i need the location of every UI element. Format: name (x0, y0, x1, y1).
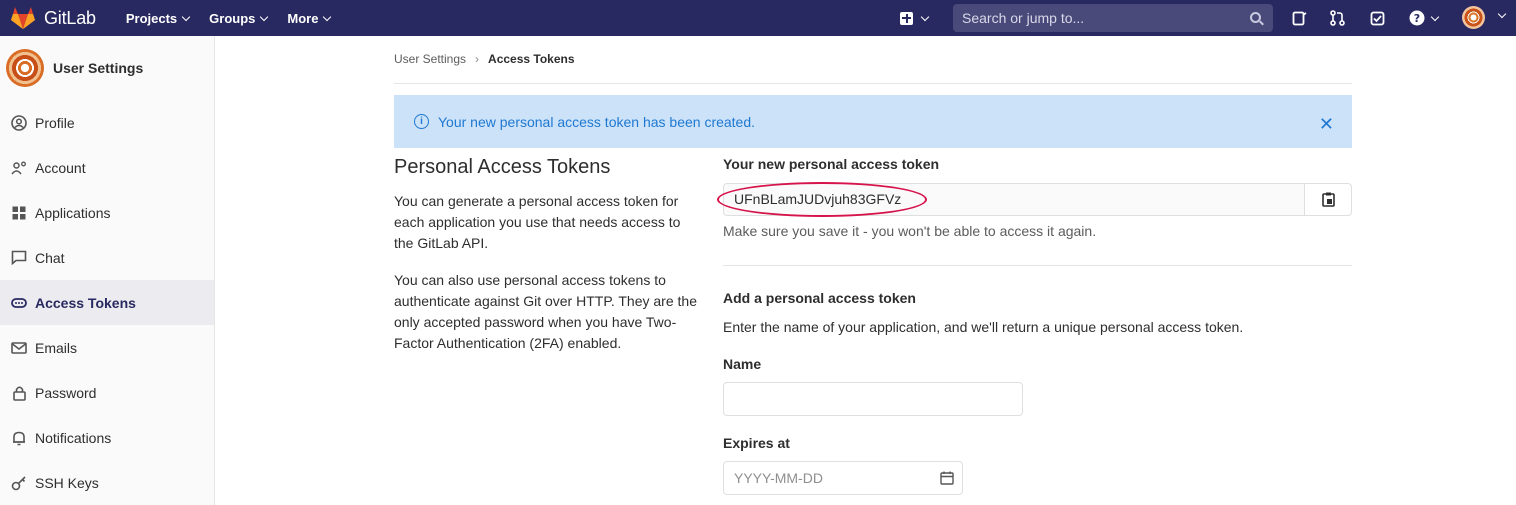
svg-text:?: ? (1413, 12, 1419, 25)
name-label: Name (723, 356, 762, 372)
sidebar-item-label: Access Tokens (35, 294, 136, 311)
sidebar-item-notifications[interactable]: Notifications (0, 415, 214, 460)
sidebar-item-ssh-keys[interactable]: SSH Keys (0, 460, 214, 505)
todo-icon[interactable] (1290, 9, 1308, 27)
sidebar-item-account[interactable]: Account (0, 145, 214, 190)
description-paragraph-2: You can also use personal access tokens … (394, 272, 697, 351)
chat-icon (11, 250, 27, 266)
sidebar-item-chat[interactable]: Chat (0, 235, 214, 280)
email-icon (11, 340, 27, 356)
avatar (6, 49, 44, 87)
sidebar-item-profile[interactable]: Profile (0, 100, 214, 145)
flash-message: Your new personal access token has been … (438, 113, 756, 130)
copy-token-button[interactable] (1304, 184, 1351, 215)
info-icon: i (414, 114, 429, 129)
issues-icon[interactable] (1368, 9, 1386, 27)
nav-more-label: More (287, 10, 319, 26)
merge-request-icon[interactable] (1328, 9, 1346, 27)
sidebar-item-label: Notifications (35, 429, 112, 446)
gitlab-logo-icon (11, 7, 35, 29)
plus-icon (900, 11, 913, 25)
description-paragraph-1: You can generate a personal access token… (394, 193, 681, 251)
gitlab-logo-link[interactable]: GitLab (10, 0, 96, 36)
sidebar: User Settings Profile Account Applicatio… (0, 36, 215, 505)
sidebar-item-applications[interactable]: Applications (0, 190, 214, 235)
flash-notice: i Your new personal access token has bee… (394, 95, 1352, 148)
top-navbar: GitLab Projects Groups More ? (0, 0, 1516, 36)
sidebar-item-label: Chat (35, 249, 65, 266)
sidebar-title: User Settings (53, 60, 144, 76)
sidebar-item-label: Password (35, 384, 97, 401)
breadcrumb-current: Access Tokens (488, 52, 575, 66)
sidebar-item-emails[interactable]: Emails (0, 325, 214, 370)
save-token-hint: Make sure you save it - you won't be abl… (723, 223, 1097, 239)
expires-at-label: Expires at (723, 435, 790, 451)
nav-projects[interactable]: Projects (125, 10, 191, 26)
chevron-down-icon (260, 12, 269, 21)
sidebar-item-access-tokens[interactable]: Access Tokens (0, 280, 214, 325)
sidebar-context-header[interactable]: User Settings (0, 36, 214, 100)
search-icon (1250, 12, 1261, 23)
help-icon: ? (1409, 10, 1424, 26)
sidebar-item-label: Applications (35, 204, 111, 221)
expires-at-input[interactable]: YYYY-MM-DD (723, 461, 963, 495)
sidebar-item-label: Emails (35, 339, 78, 356)
key-icon (11, 475, 27, 491)
brand-name: GitLab (44, 7, 96, 28)
breadcrumb: User Settings › Access Tokens (394, 52, 1352, 84)
calendar-icon (940, 471, 954, 485)
nav-groups[interactable]: Groups (209, 10, 269, 26)
new-token-label: Your new personal access token (723, 156, 940, 172)
chevron-down-icon (1430, 12, 1439, 21)
add-token-heading: Add a personal access token (723, 290, 916, 306)
clipboard-icon (1321, 192, 1335, 207)
sidebar-item-label: SSH Keys (35, 474, 99, 491)
chevron-down-icon (181, 12, 191, 21)
profile-icon (11, 114, 27, 131)
applications-icon (11, 205, 27, 221)
search-input[interactable] (962, 10, 1232, 26)
close-icon[interactable]: ✕ (1319, 114, 1334, 135)
breadcrumb-parent-link[interactable]: User Settings (394, 52, 466, 83)
help-dropdown[interactable]: ? (1404, 9, 1442, 27)
highlight-ellipse (717, 182, 927, 217)
bell-icon (11, 430, 27, 446)
nav-more[interactable]: More (287, 10, 332, 26)
chevron-down-icon[interactable] (1497, 9, 1507, 19)
search-box[interactable] (953, 4, 1273, 32)
add-token-description: Enter the name of your application, and … (723, 319, 1244, 335)
token-form-column: Your new personal access token UFnBLamJU… (717, 156, 1352, 495)
lock-icon (11, 385, 27, 401)
token-icon (11, 295, 27, 311)
sidebar-item-password[interactable]: Password (0, 370, 214, 415)
nav-projects-label: Projects (125, 10, 178, 26)
account-icon (11, 160, 27, 176)
nav-groups-label: Groups (209, 10, 256, 26)
divider (723, 265, 1352, 266)
sidebar-item-label: Profile (35, 114, 75, 131)
new-dropdown-button[interactable] (900, 0, 930, 36)
sidebar-item-label: Account (35, 159, 86, 176)
chevron-down-icon (323, 12, 332, 21)
description-column: Personal Access Tokens You can generate … (394, 156, 699, 370)
page-title: Personal Access Tokens (394, 156, 611, 178)
name-input[interactable] (723, 382, 1023, 416)
chevron-down-icon (920, 12, 930, 21)
user-avatar[interactable] (1462, 6, 1485, 29)
expires-at-placeholder: YYYY-MM-DD (734, 470, 823, 486)
breadcrumb-separator-icon: › (475, 52, 480, 66)
